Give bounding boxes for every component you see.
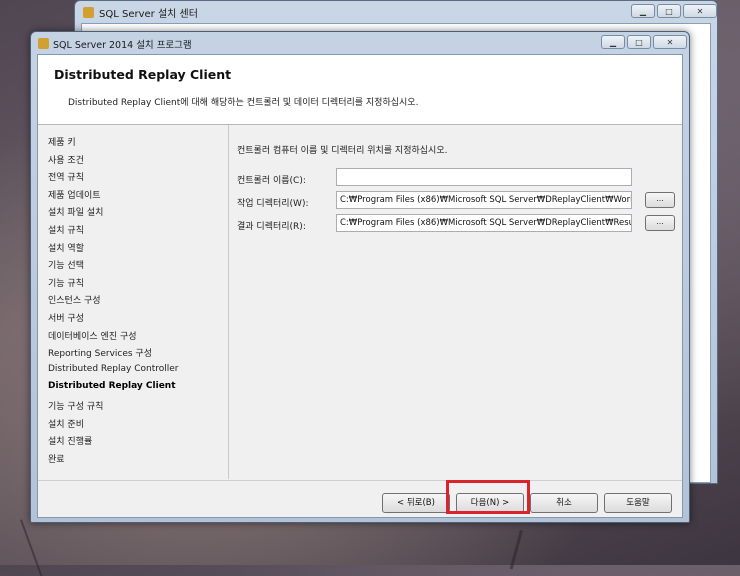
button-bar: < 뒤로(B) 다음(N) > 취소 도움말 [38,480,682,518]
nav-item: 제품 업데이트 [48,190,101,201]
nav-item: 설치 파일 설치 [48,208,104,219]
close-button[interactable]: ✕ [653,35,687,49]
background-stem [509,530,523,570]
page-title: Distributed Replay Client [54,67,232,82]
setup-window-controls: ▁ □ ✕ [601,35,687,49]
setup-client-area: Distributed Replay Client Distributed Re… [37,54,683,518]
nav-item: Distributed Replay Client [48,381,176,392]
result-directory-input[interactable]: C:₩Program Files (x86)₩Microsoft SQL Ser… [336,214,632,232]
background-window-title: SQL Server 설치 센터 [99,9,198,20]
step-navigation: 제품 키사용 조건전역 규칙제품 업데이트설치 파일 설치설치 규칙설치 역할기… [38,125,229,479]
controller-name-input[interactable] [336,168,632,186]
help-button[interactable]: 도움말 [604,493,672,513]
nav-item: 기능 규칙 [48,278,84,289]
minimize-button[interactable]: ▁ [601,35,625,49]
working-directory-input[interactable]: C:₩Program Files (x86)₩Microsoft SQL Ser… [336,191,632,209]
nav-item: 전역 규칙 [48,173,84,184]
result-directory-browse-button[interactable]: ... [645,215,675,231]
nav-item: Distributed Replay Controller [48,363,179,374]
cancel-button[interactable]: 취소 [530,493,598,513]
setup-window-title: SQL Server 2014 설치 프로그램 [53,40,192,51]
nav-item: 설치 진행률 [48,437,93,448]
nav-item: 설치 역할 [48,243,84,254]
nav-item: 데이터베이스 엔진 구성 [48,331,137,342]
working-directory-browse-button[interactable]: ... [645,192,675,208]
sql-setup-icon [83,7,94,18]
nav-item: 사용 조건 [48,155,84,166]
background-stem [20,519,43,576]
nav-item: 기능 선택 [48,261,84,272]
nav-item: 인스턴스 구성 [48,296,101,307]
page-header: Distributed Replay Client Distributed Re… [38,55,682,125]
maximize-button[interactable]: □ [627,35,651,49]
background-window-controls: ▁ □ ✕ [631,4,717,18]
nav-item: Reporting Services 구성 [48,349,152,360]
nav-item: 기능 구성 규칙 [48,402,104,412]
close-button[interactable]: ✕ [683,4,717,18]
sql-setup-icon [38,38,49,49]
nav-item: 설치 규칙 [48,226,84,236]
content-panel: 컨트롤러 컴퓨터 이름 및 디렉터리 위치를 지정하십시오. 컨트롤러 이름(C… [229,125,682,479]
nav-item: 완료 [48,454,65,465]
next-button-highlight [446,480,530,514]
maximize-button[interactable]: □ [657,4,681,18]
working-directory-label: 작업 디렉터리(W): [237,199,309,209]
setup-window: SQL Server 2014 설치 프로그램 ▁ □ ✕ Distribute… [30,31,690,523]
minimize-button[interactable]: ▁ [631,4,655,18]
nav-item: 설치 준비 [48,419,84,430]
result-directory-label: 결과 디렉터리(R): [237,222,306,232]
nav-item: 제품 키 [48,138,76,148]
nav-item: 서버 구성 [48,314,84,324]
back-button[interactable]: < 뒤로(B) [382,493,450,513]
page-description: Distributed Replay Client에 대해 해당하는 컨트롤러 … [68,98,419,108]
controller-name-label: 컨트롤러 이름(C): [237,176,306,186]
content-description: 컨트롤러 컴퓨터 이름 및 디렉터리 위치를 지정하십시오. [237,146,448,156]
